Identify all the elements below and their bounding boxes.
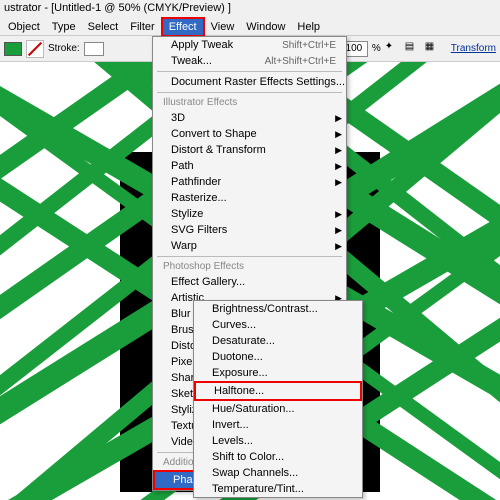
- label: Pathfinder: [171, 176, 221, 188]
- menubar: Object Type Select Filter Effect View Wi…: [0, 18, 500, 36]
- label: Tweak...: [171, 55, 212, 67]
- submenu-curves[interactable]: Curves...: [194, 317, 362, 333]
- doc-setup-icon[interactable]: ▤: [405, 41, 421, 57]
- menu-help[interactable]: Help: [291, 19, 326, 35]
- titlebar: ustrator - [Untitled-1 @ 50% (CMYK/Previ…: [0, 0, 500, 18]
- label: Shift to Color...: [212, 451, 284, 463]
- label: Stylize: [171, 208, 203, 220]
- menu-object[interactable]: Object: [2, 19, 46, 35]
- submenu-arrow-icon: ▶: [335, 241, 342, 252]
- no-stroke-icon[interactable]: [26, 40, 44, 58]
- label: Halftone...: [214, 385, 264, 397]
- submenu-swap-channels[interactable]: Swap Channels...: [194, 465, 362, 481]
- shortcut: Alt+Shift+Ctrl+E: [265, 56, 336, 67]
- label: Path: [171, 160, 194, 172]
- fill-swatch[interactable]: [4, 42, 22, 56]
- label: Invert...: [212, 419, 249, 431]
- wand-icon[interactable]: ✦: [385, 41, 401, 57]
- label: Curves...: [212, 319, 256, 331]
- label: Brightness/Contrast...: [212, 303, 318, 315]
- menu-effect-gallery[interactable]: Effect Gallery...: [153, 274, 346, 290]
- label: 3D: [171, 112, 185, 124]
- menu-svg-filters[interactable]: SVG Filters ▶: [153, 222, 346, 238]
- menu-distort-transform[interactable]: Distort & Transform ▶: [153, 142, 346, 158]
- stroke-label: Stroke:: [48, 43, 80, 54]
- menu-raster-settings[interactable]: Document Raster Effects Settings...: [153, 74, 346, 90]
- submenu-desaturate[interactable]: Desaturate...: [194, 333, 362, 349]
- shortcut: Shift+Ctrl+E: [282, 40, 336, 51]
- menu-view[interactable]: View: [205, 19, 241, 35]
- separator: [157, 92, 342, 93]
- submenu-arrow-icon: ▶: [335, 145, 342, 156]
- header-illustrator-effects: Illustrator Effects: [153, 95, 346, 110]
- submenu-arrow-icon: ▶: [335, 113, 342, 124]
- menu-convert-shape[interactable]: Convert to Shape ▶: [153, 126, 346, 142]
- header-photoshop-effects: Photoshop Effects: [153, 259, 346, 274]
- submenu-invert[interactable]: Invert...: [194, 417, 362, 433]
- label: Duotone...: [212, 351, 263, 363]
- submenu-arrow-icon: ▶: [335, 209, 342, 220]
- label: Exposure...: [212, 367, 268, 379]
- submenu-temperature-tint[interactable]: Temperature/Tint...: [194, 481, 362, 497]
- menu-type[interactable]: Type: [46, 19, 82, 35]
- opacity-pct: %: [372, 43, 381, 54]
- label: Hue/Saturation...: [212, 403, 295, 415]
- label: Temperature/Tint...: [212, 483, 304, 495]
- label: Convert to Shape: [171, 128, 257, 140]
- menu-tweak[interactable]: Tweak... Alt+Shift+Ctrl+E: [153, 53, 346, 69]
- label: Swap Channels...: [212, 467, 298, 479]
- transform-link[interactable]: Transform: [451, 43, 496, 54]
- label: SVG Filters: [171, 224, 227, 236]
- label: Effect Gallery...: [171, 276, 245, 288]
- menu-select[interactable]: Select: [82, 19, 125, 35]
- label: Apply Tweak: [171, 39, 233, 51]
- label: Levels...: [212, 435, 253, 447]
- label: Document Raster Effects Settings...: [171, 76, 345, 88]
- submenu-arrow-icon: ▶: [335, 177, 342, 188]
- menu-stylize-ai[interactable]: Stylize ▶: [153, 206, 346, 222]
- menu-effect[interactable]: Effect: [161, 17, 205, 37]
- stroke-weight-field[interactable]: [84, 42, 104, 56]
- menu-window[interactable]: Window: [240, 19, 291, 35]
- submenu-levels[interactable]: Levels...: [194, 433, 362, 449]
- menu-3d[interactable]: 3D ▶: [153, 110, 346, 126]
- label: Distort & Transform: [171, 144, 266, 156]
- submenu-hue-saturation[interactable]: Hue/Saturation...: [194, 401, 362, 417]
- menu-pathfinder[interactable]: Pathfinder ▶: [153, 174, 346, 190]
- menu-apply-tweak[interactable]: Apply Tweak Shift+Ctrl+E: [153, 37, 346, 53]
- separator: [157, 71, 342, 72]
- label: Rasterize...: [171, 192, 227, 204]
- menu-filter[interactable]: Filter: [124, 19, 160, 35]
- menu-rasterize[interactable]: Rasterize...: [153, 190, 346, 206]
- submenu-exposure[interactable]: Exposure...: [194, 365, 362, 381]
- menu-path[interactable]: Path ▶: [153, 158, 346, 174]
- label: Desaturate...: [212, 335, 275, 347]
- submenu-halftone[interactable]: Halftone...: [194, 381, 362, 401]
- label: Warp: [171, 240, 197, 252]
- submenu-brightness-contrast[interactable]: Brightness/Contrast...: [194, 301, 362, 317]
- label: Blur: [171, 308, 191, 320]
- submenu-arrow-icon: ▶: [335, 225, 342, 236]
- align-icon[interactable]: ▦: [425, 41, 441, 57]
- submenu-arrow-icon: ▶: [335, 161, 342, 172]
- menu-warp[interactable]: Warp ▶: [153, 238, 346, 254]
- separator: [157, 256, 342, 257]
- submenu-shift-color[interactable]: Shift to Color...: [194, 449, 362, 465]
- submenu-arrow-icon: ▶: [335, 129, 342, 140]
- submenu-duotone[interactable]: Duotone...: [194, 349, 362, 365]
- phantasm-submenu: Brightness/Contrast... Curves... Desatur…: [193, 300, 363, 498]
